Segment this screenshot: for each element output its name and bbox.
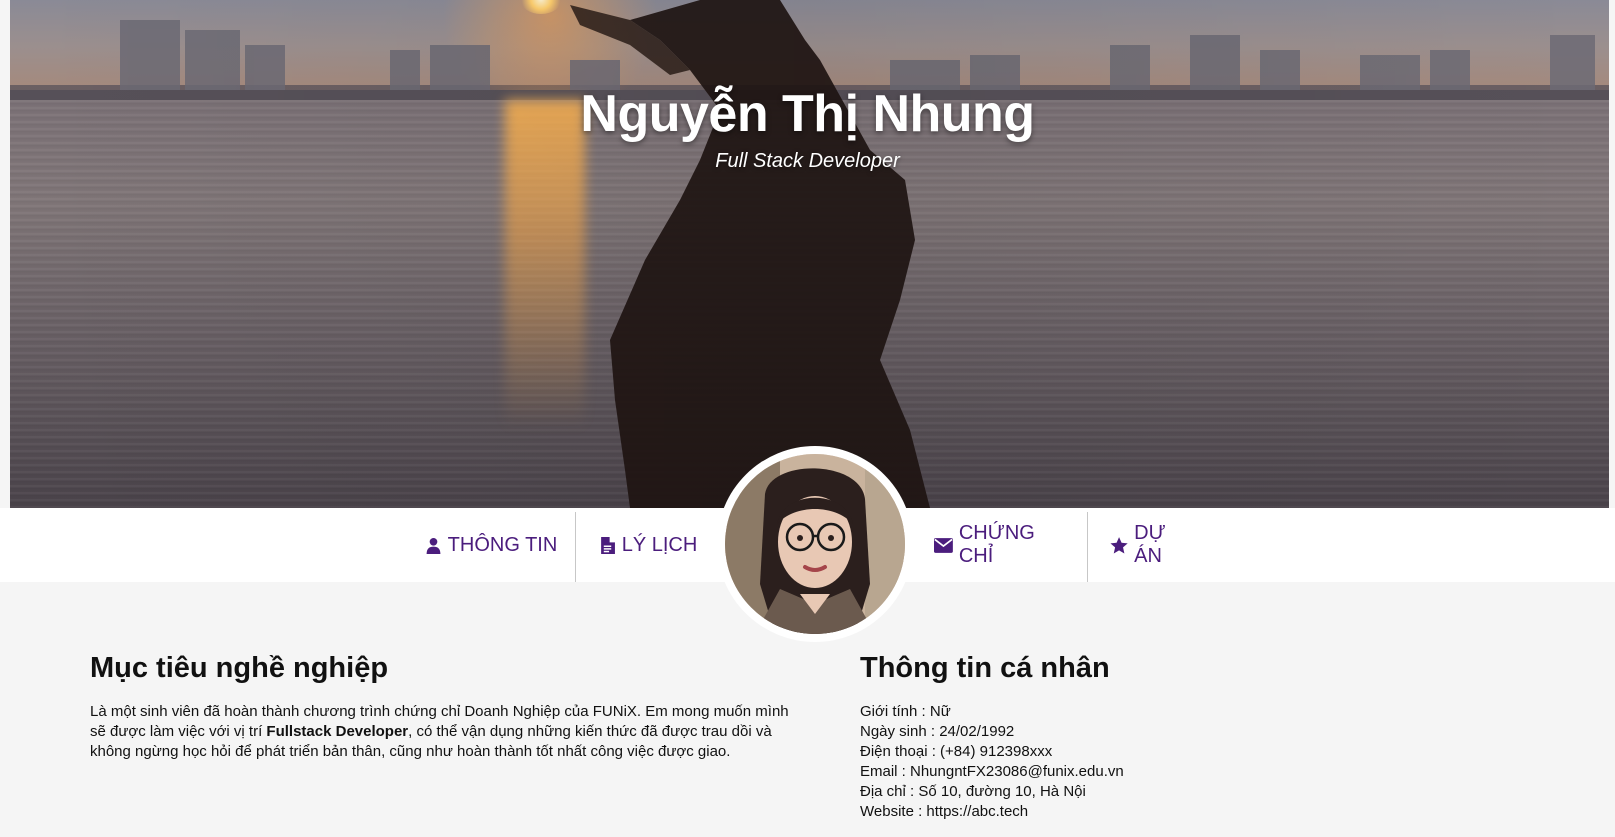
nav-label: LÝ LỊCH [621,533,698,556]
nav-label: THÔNG TIN [447,533,558,556]
envelope-icon [934,537,953,553]
avatar-frame [717,446,913,642]
info-birthday: Ngày sinh : 24/02/1992 [860,723,1015,740]
career-objective-text: Là một sinh viên đã hoàn thành chương tr… [90,702,790,762]
hero-shade [10,0,1609,508]
nav-item-thong-tin[interactable]: THÔNG TIN [418,508,564,582]
career-objective-heading: Mục tiêu nghề nghiệp [90,652,389,684]
info-website: Website : https://abc.tech [860,803,1029,820]
info-phone: Điện thoại : (+84) 912398xxx [860,743,1053,760]
career-highlight: Fullstack Developer [266,723,409,740]
nav-item-du-an[interactable]: DỰ ÁN [1110,508,1196,582]
personal-info-list: Giới tính : Nữ Ngày sinh : 24/02/1992 Đi… [860,702,1360,822]
nav-divider [575,512,576,582]
personal-info-heading: Thông tin cá nhân [860,652,1110,684]
profile-role: Full Stack Developer [715,150,900,172]
profile-name-heading: Nguyễn Thị Nhung [580,85,1035,143]
avatar [725,454,905,634]
nav-label: CHỨNG CHỈ [958,522,1035,567]
hero-banner-image [10,0,1609,508]
info-gender: Giới tính : Nữ [860,703,951,720]
star-icon [1110,536,1128,554]
nav-item-ly-lich[interactable]: LÝ LỊCH [588,508,708,582]
page: Nguyễn Thị Nhung Full Stack Developer TH… [0,0,1615,837]
info-email: Email : NhungntFX23086@funix.edu.vn [860,763,1124,780]
nav-item-chung-chi[interactable]: CHỨNG CHỈ [934,508,1074,582]
info-address: Địa chỉ : Số 10, đường 10, Hà Nội [860,783,1086,800]
user-icon [426,537,441,554]
file-text-icon [600,536,615,554]
nav-divider [1087,512,1088,582]
avatar-portrait [725,454,905,634]
nav-label: DỰ ÁN [1134,522,1166,567]
